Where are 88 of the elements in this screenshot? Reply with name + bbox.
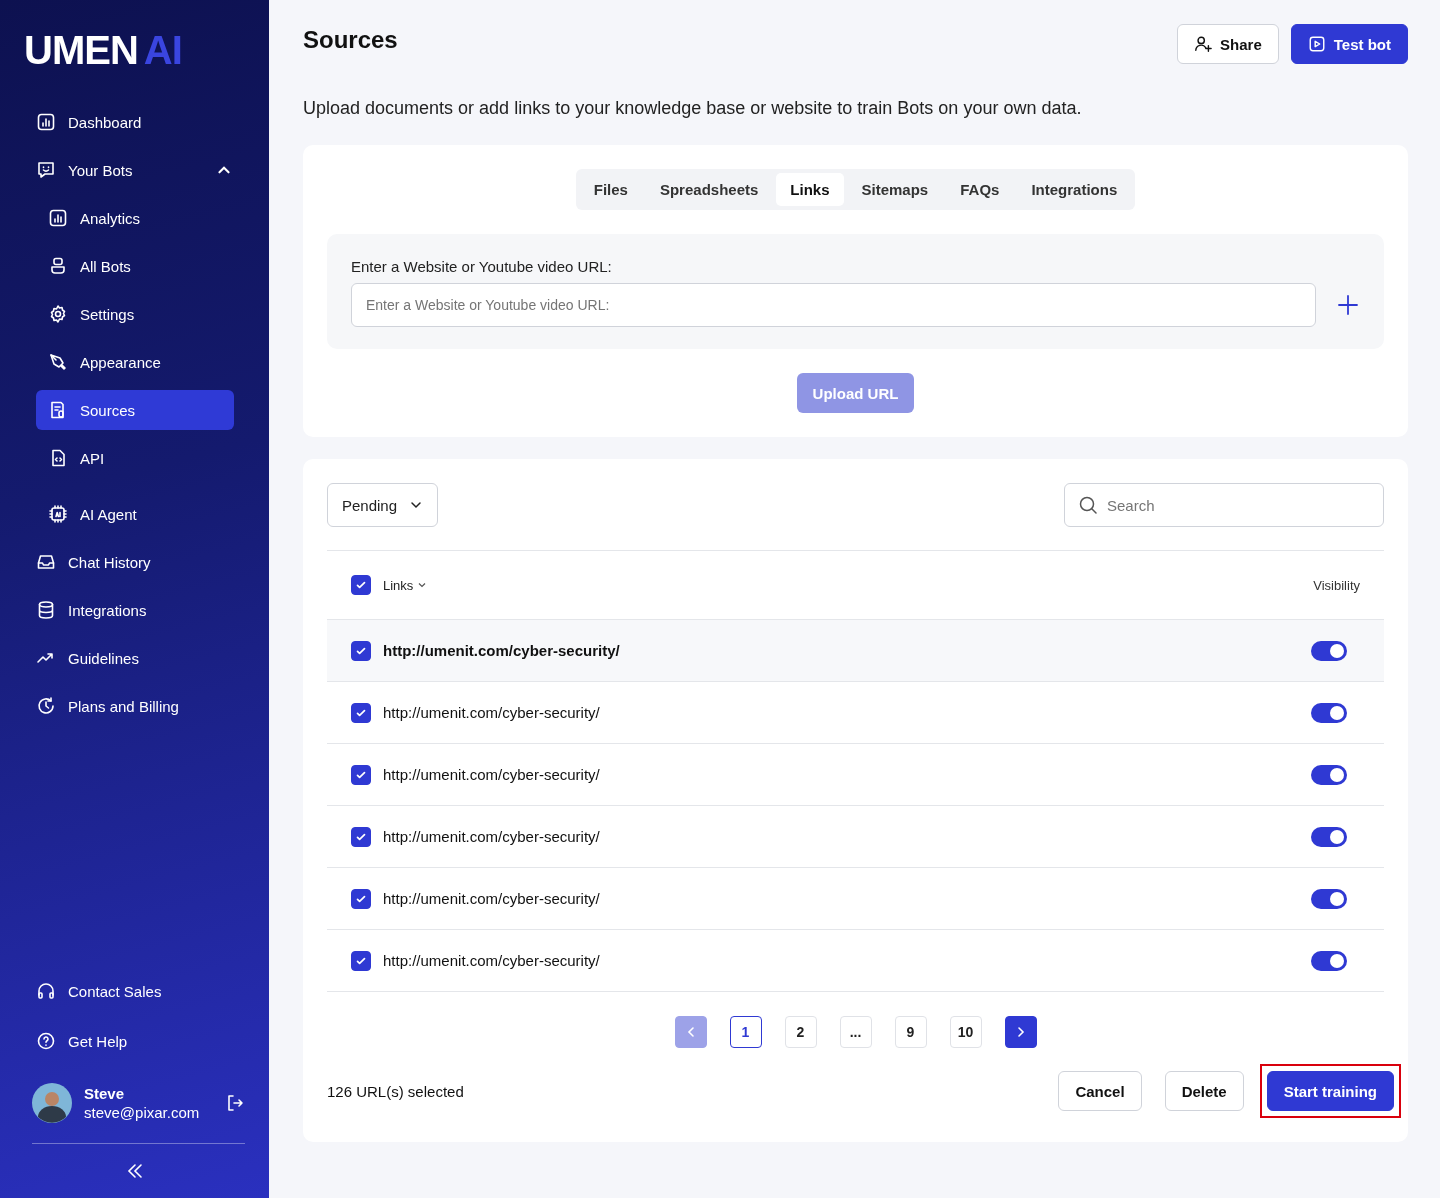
- headset-icon: [36, 981, 56, 1001]
- search-field[interactable]: Search: [1064, 483, 1384, 527]
- link-url: http://umenit.com/cyber-security/: [383, 642, 620, 659]
- nav-item[interactable]: Sources: [36, 390, 234, 430]
- nav-item[interactable]: Your Bots: [36, 150, 234, 190]
- page-button[interactable]: 9: [894, 1016, 927, 1048]
- nav-item[interactable]: Appearance: [36, 342, 234, 382]
- checkbox[interactable]: [351, 575, 371, 595]
- nav-item[interactable]: Contact Sales: [36, 971, 234, 1011]
- nav-item[interactable]: All Bots: [36, 246, 234, 286]
- chat-bot-icon: [36, 160, 56, 180]
- table-row[interactable]: http://umenit.com/cyber-security/: [327, 620, 1384, 682]
- page-button[interactable]: 2: [784, 1016, 817, 1048]
- tab[interactable]: Files: [579, 173, 642, 206]
- test-bot-button[interactable]: Test bot: [1290, 24, 1408, 64]
- checkbox[interactable]: [351, 888, 371, 909]
- collapse-icon[interactable]: [125, 1162, 144, 1180]
- nav-item[interactable]: Get Help: [36, 1021, 234, 1061]
- settings-icon: [48, 304, 68, 324]
- user-name: Steve: [84, 1085, 126, 1102]
- action-button[interactable]: Delete: [1164, 1071, 1244, 1111]
- action-button[interactable]: Start training: [1266, 1071, 1394, 1111]
- nav-item[interactable]: Guidelines: [36, 638, 234, 678]
- action-button[interactable]: Cancel: [1058, 1071, 1142, 1111]
- status-dropdown[interactable]: Pending: [327, 483, 439, 527]
- field-label: Enter a Website or Youtube video URL:: [351, 258, 613, 275]
- tab[interactable]: Integrations: [1017, 173, 1132, 206]
- link-url: http://umenit.com/cyber-security/: [383, 704, 600, 721]
- pen-icon: [48, 352, 68, 372]
- add-icon[interactable]: [1336, 293, 1360, 317]
- checkbox[interactable]: [351, 764, 371, 785]
- logout-icon[interactable]: [225, 1093, 245, 1113]
- visibility-toggle[interactable]: [1311, 702, 1347, 723]
- chevron-icon: [417, 580, 428, 590]
- tab[interactable]: Spreadsheets: [645, 173, 773, 206]
- robot-icon: [48, 256, 68, 276]
- help-icon: [36, 1031, 56, 1051]
- table-row[interactable]: http://umenit.com/cyber-security/: [327, 744, 1384, 806]
- link-url: http://umenit.com/cyber-security/: [383, 828, 600, 845]
- visibility-toggle[interactable]: [1311, 826, 1347, 847]
- selection-count: 126 URL(s) selected: [327, 1082, 464, 1100]
- link-url: http://umenit.com/cyber-security/: [383, 766, 600, 783]
- tab[interactable]: Sitemaps: [847, 173, 943, 206]
- visibility-toggle[interactable]: [1311, 888, 1347, 909]
- table-row[interactable]: http://umenit.com/cyber-security/: [327, 682, 1384, 744]
- column-header[interactable]: Links: [383, 577, 428, 593]
- visibility-toggle[interactable]: [1311, 950, 1347, 971]
- description: Upload documents or add links to your knowledge base or website to train Bots on your own data.: [303, 98, 1083, 119]
- checkbox[interactable]: [351, 826, 371, 847]
- table-row[interactable]: http://umenit.com/cyber-security/: [327, 806, 1384, 868]
- nav-item[interactable]: Settings: [36, 294, 234, 334]
- nav-item[interactable]: Chat History: [36, 542, 234, 582]
- clock-icon: [36, 696, 56, 716]
- column-header: Visibility: [1313, 577, 1360, 593]
- next-page-button[interactable]: [1004, 1016, 1037, 1048]
- page-button[interactable]: 1: [729, 1016, 762, 1048]
- page-title: Sources: [303, 26, 398, 54]
- add-user-icon: [1194, 35, 1213, 53]
- visibility-toggle[interactable]: [1311, 764, 1347, 785]
- chip-icon: [48, 504, 68, 524]
- nav-item[interactable]: Plans and Billing: [36, 686, 234, 726]
- page-button[interactable]: 10: [949, 1016, 982, 1048]
- play-icon: [1307, 35, 1326, 53]
- inbox-icon: [36, 552, 56, 572]
- user-email: steve@pixar.com: [84, 1104, 200, 1121]
- table-row[interactable]: http://umenit.com/cyber-security/: [327, 868, 1384, 930]
- database-icon: [36, 600, 56, 620]
- bar-chart-icon: [48, 208, 68, 228]
- tab[interactable]: FAQs: [946, 173, 1014, 206]
- checkbox[interactable]: [351, 702, 371, 723]
- nav-item[interactable]: Integrations: [36, 590, 234, 630]
- nav-item[interactable]: AI Agent: [36, 494, 234, 534]
- page-button[interactable]: ...: [839, 1016, 872, 1048]
- checkbox[interactable]: [351, 640, 371, 661]
- checkbox[interactable]: [351, 950, 371, 971]
- bar-chart-icon: [36, 112, 56, 132]
- share-button[interactable]: Share: [1177, 24, 1279, 64]
- link-url: http://umenit.com/cyber-security/: [383, 890, 600, 907]
- nav-item[interactable]: Analytics: [36, 198, 234, 238]
- nav-item[interactable]: Dashboard: [36, 102, 234, 142]
- link-url: http://umenit.com/cyber-security/: [383, 952, 600, 969]
- table-row[interactable]: http://umenit.com/cyber-security/: [327, 930, 1384, 992]
- nav-item[interactable]: API: [36, 438, 234, 478]
- avatar: [32, 1083, 72, 1123]
- logo: UMENAI: [24, 27, 182, 74]
- visibility-toggle[interactable]: [1311, 640, 1347, 661]
- tab[interactable]: Links: [776, 173, 844, 206]
- url-input[interactable]: Enter a Website or Youtube video URL:: [351, 283, 1316, 327]
